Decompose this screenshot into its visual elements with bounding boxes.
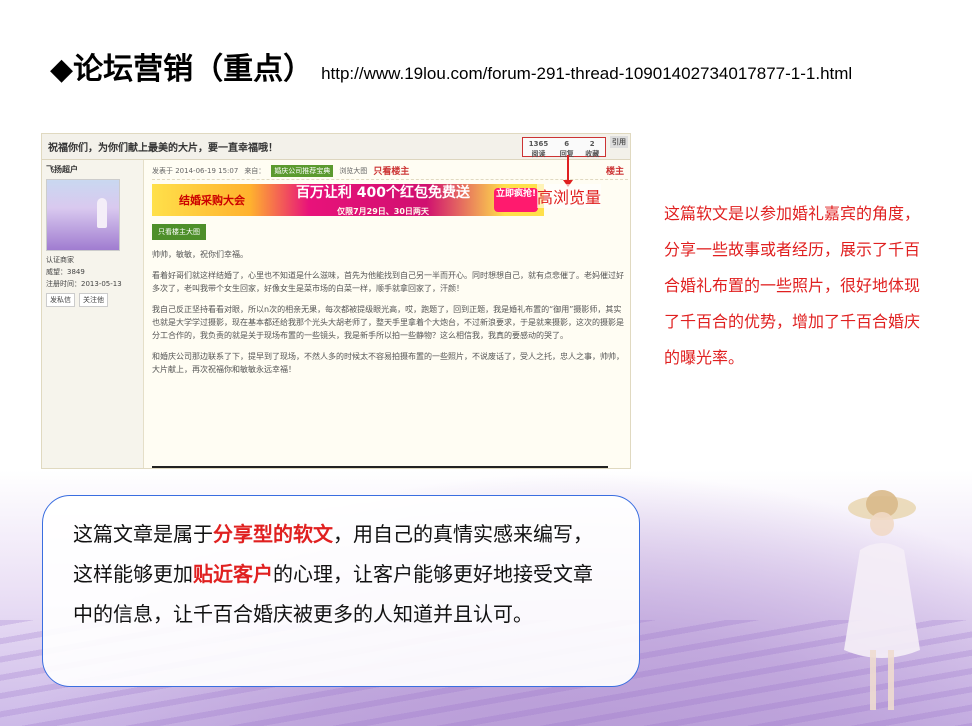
forum-top-bar: 祝福你们，为你们献上最美的大片，要一直幸福哦！ 1365 阅读 6 回复 2 收… <box>42 134 630 160</box>
ad-banner[interactable]: 结婚采购大会 百万让利 400个红包免费送 仅限7月29日、30日两天 立即疯抢… <box>152 184 544 216</box>
views-label: 阅读 <box>531 150 546 158</box>
banner-left: 结婚采购大会 <box>179 194 245 207</box>
post-paragraph: 看着好哥们就这样结婚了，心里也不知道是什么滋味，首先为他能找到自己另一半而开心。… <box>152 271 624 293</box>
user-register: 注册时间：2013-05-13 <box>46 280 122 288</box>
banner-middle: 百万让利 400个红包免费送 仅限7月29日、30日两天 <box>272 182 494 218</box>
post-paragraph: 帅帅，敏敏，祝你们幸福。 <box>152 250 248 259</box>
user-actions: 发私信 关注他 <box>46 293 139 307</box>
post-tag[interactable]: 婚庆公司推荐宝典 <box>271 164 334 177</box>
post-meta: 发表于 2014-06-19 15:07 来自： 婚庆公司推荐宝典 浏览大图 只… <box>152 162 628 180</box>
annotation-label: 高浏览量 <box>537 184 602 208</box>
thread-stats: 1365 阅读 6 回复 2 收藏 <box>522 137 606 158</box>
girl-figure-image <box>844 490 920 710</box>
favs-label: 收藏 <box>585 150 600 158</box>
user-name[interactable]: 飞扬超户 <box>46 164 139 175</box>
summary-text: 这篇文章是属于分享型的软文，用自己的真情实感来编写，这样能够更加贴近客户的心理，… <box>73 514 609 634</box>
forum-user-sidebar: 飞扬超户 认证商家 威望：3849 注册时间：2013-05-13 发私信 关注… <box>42 160 144 468</box>
only-host-images-button[interactable]: 只看楼主大图 <box>152 224 206 240</box>
stat-views: 1365 阅读 <box>528 138 549 158</box>
view-large-link[interactable]: 浏览大图 <box>339 166 367 176</box>
summary-highlight-1: 分享型的软文 <box>213 522 333 546</box>
user-badge: 认证商家 <box>46 256 74 264</box>
send-message-button[interactable]: 发私信 <box>46 293 75 307</box>
summary-box: 这篇文章是属于分享型的软文，用自己的真情实感来编写，这样能够更加贴近客户的心理，… <box>42 495 640 687</box>
post-paragraph: 我自己反正坚持看看对眼，所以n次的相亲无果，每次都被提级眼光高，哎，跑题了，回到… <box>152 305 624 340</box>
floor-label: 楼主 <box>605 167 624 177</box>
title-url[interactable]: http://www.19lou.com/forum-291-thread-10… <box>321 64 852 84</box>
favs-count: 2 <box>589 140 595 148</box>
summary-part-1: 这篇文章是属于 <box>73 522 213 546</box>
follow-button[interactable]: 关注他 <box>79 293 108 307</box>
analysis-note: 这篇软文是以参加婚礼嘉宾的角度，分享一些故事或者经历，展示了千百合婚礼布置的一些… <box>664 204 921 367</box>
post-paragraph: 和婚庆公司那边联系了下，提早到了现场，不然人多的时候太不容易拍摄布置的一些照片，… <box>152 352 624 374</box>
summary-highlight-2: 贴近客户 <box>193 562 273 586</box>
avatar[interactable] <box>46 179 120 251</box>
title-main: ◆论坛营销（重点） <box>50 52 314 87</box>
stat-favs: 2 收藏 <box>585 138 600 158</box>
post-time: 发表于 2014-06-19 15:07 <box>152 166 239 175</box>
image-preview-bar <box>152 466 608 468</box>
stat-replies: 6 回复 <box>560 138 574 158</box>
banner-cta[interactable]: 立即疯抢! <box>494 188 538 212</box>
replies-count: 6 <box>564 140 570 148</box>
forum-thread-title: 祝福你们，为你们献上最美的大片，要一直幸福哦！ <box>48 143 278 154</box>
user-prestige: 威望：3849 <box>46 268 85 276</box>
banner-middle-text: 百万让利 400个红包免费送 <box>295 185 471 201</box>
banner-sub-text: 仅限7月29日、30日两天 <box>337 207 429 216</box>
only-host-link[interactable]: 只看楼主 <box>373 164 409 177</box>
views-count: 1365 <box>528 140 549 148</box>
post-source: 来自： <box>244 166 266 175</box>
annotation-arrow <box>563 155 573 187</box>
quote-button[interactable]: 引用 <box>610 136 628 148</box>
slide-title: ◆论坛营销（重点） http://www.19lou.com/forum-291… <box>50 44 852 88</box>
